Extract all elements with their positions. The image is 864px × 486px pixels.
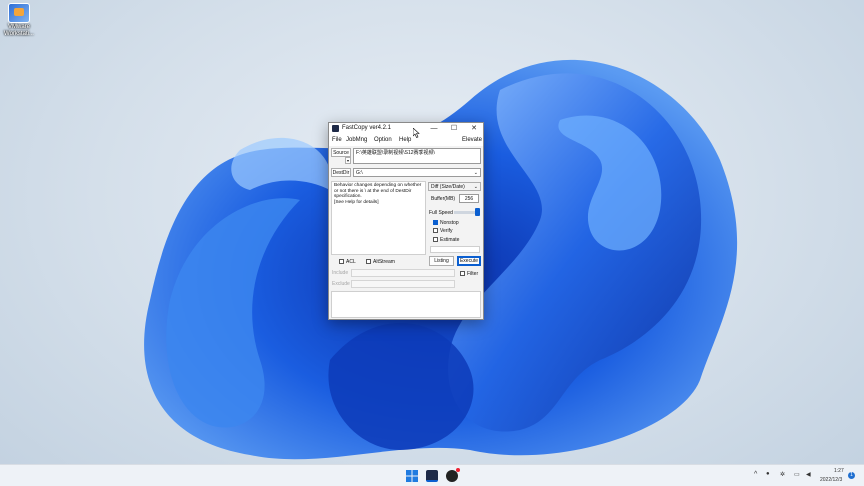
nonstop-label: Nonstop — [440, 220, 459, 226]
clock-date[interactable]: 2022/12/3 — [820, 477, 842, 483]
clock-time[interactable]: 1:27 — [834, 468, 844, 474]
fastcopy-window: FastCopy ver4.2.1 — ☐ ✕ File JobMng Opti… — [328, 122, 484, 320]
notification-badge[interactable]: 1 — [848, 472, 855, 479]
speed-slider-thumb[interactable] — [475, 208, 480, 216]
filter-checkbox[interactable] — [460, 271, 465, 276]
source-button[interactable]: Source — [331, 148, 351, 157]
network-icon[interactable]: ▭ — [794, 471, 800, 478]
exclude-label: Exclude — [332, 281, 350, 287]
menu-file[interactable]: File — [332, 137, 342, 143]
buffer-label: Buffer(MB) — [431, 196, 456, 202]
include-input[interactable] — [351, 269, 455, 277]
source-path-text: F:\英雄联盟\录制视频\S12赛季视频\ — [356, 150, 435, 156]
altstream-checkbox[interactable] — [366, 259, 371, 264]
copy-mode-value: Diff (Size/Date) — [431, 184, 465, 190]
elevate-button[interactable]: Elevate — [462, 137, 482, 143]
estimate-label: Estimate — [440, 237, 460, 243]
status-log-box — [331, 291, 481, 318]
estimate-checkbox[interactable] — [433, 237, 438, 242]
source-dropdown-button[interactable]: ▾ — [345, 157, 351, 164]
menu-help[interactable]: Help — [399, 137, 411, 143]
verify-checkbox[interactable] — [433, 228, 438, 233]
mouse-cursor-icon — [413, 128, 420, 138]
maximize-button[interactable]: ☐ — [445, 123, 463, 135]
destdir-path-text: G:\ — [356, 170, 363, 176]
fastcopy-app-icon — [332, 125, 339, 132]
menu-option[interactable]: Option — [374, 137, 392, 143]
copy-mode-select[interactable]: Diff (Size/Date) ⌄ — [428, 182, 481, 191]
taskbar: ^ ● ✲ ▭ ◀ 1:27 2022/12/3 1 — [0, 464, 864, 486]
chevron-down-icon: ⌄ — [473, 184, 478, 190]
acl-checkbox[interactable] — [339, 259, 344, 264]
chevron-down-icon: ⌄ — [473, 170, 478, 176]
speed-label: Full Speed — [429, 210, 453, 216]
desktop-icon-vmware[interactable]: VMware Workstati... — [2, 3, 36, 38]
acl-label: ACL — [346, 259, 356, 265]
close-button[interactable]: ✕ — [465, 123, 483, 135]
info-text-box[interactable]: Behavior changes depending on whether or… — [331, 181, 426, 255]
obs-taskbar-icon[interactable] — [446, 468, 460, 482]
windows-start-icon[interactable] — [406, 470, 418, 482]
desktop-icon-label: VMware Workstati... — [4, 24, 34, 37]
destdir-button[interactable]: DestDir — [331, 168, 351, 177]
title-bar[interactable]: FastCopy ver4.2.1 — ☐ ✕ — [329, 123, 483, 135]
exclude-input[interactable] — [351, 280, 455, 288]
filter-label: Filter — [467, 271, 479, 277]
execute-button[interactable]: Execute — [457, 256, 481, 266]
menu-bar: File JobMng Option Help Elevate — [329, 135, 483, 146]
volume-icon[interactable]: ◀ — [806, 471, 811, 478]
verify-label: Verify — [440, 228, 453, 234]
fastcopy-taskbar-icon[interactable] — [426, 470, 438, 482]
menu-jobmng[interactable]: JobMng — [346, 137, 367, 143]
progress-box — [430, 246, 480, 253]
include-label: Include — [332, 270, 349, 276]
altstream-label: AltStream — [373, 259, 395, 265]
microphone-icon[interactable]: ● — [766, 471, 770, 477]
vmware-icon — [8, 3, 30, 23]
tray-chevron-icon[interactable]: ^ — [754, 471, 757, 478]
buffer-input[interactable]: 256 — [459, 194, 479, 203]
buffer-value: 256 — [464, 196, 474, 202]
minimize-button[interactable]: — — [425, 123, 443, 135]
source-path-input[interactable]: F:\英雄联盟\录制视频\S12赛季视频\ — [353, 148, 481, 164]
destdir-input[interactable]: G:\ ⌄ — [353, 168, 481, 177]
listing-button[interactable]: Listing — [429, 256, 454, 266]
nonstop-checkbox[interactable] — [433, 220, 438, 225]
settings-icon[interactable]: ✲ — [780, 471, 785, 478]
window-title: FastCopy ver4.2.1 — [342, 125, 392, 131]
recording-indicator-icon — [456, 468, 460, 472]
